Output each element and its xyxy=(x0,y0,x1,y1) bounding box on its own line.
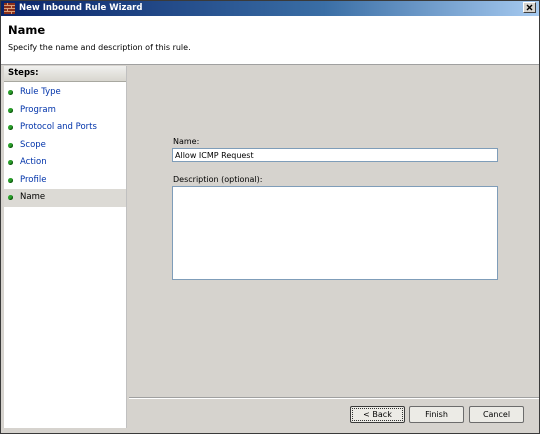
step-label: Rule Type xyxy=(20,87,61,97)
step-complete-icon xyxy=(8,142,13,148)
page-header: Name Specify the name and description of… xyxy=(1,16,539,65)
step-scope[interactable]: Scope xyxy=(4,137,126,155)
step-complete-icon xyxy=(8,90,13,95)
close-icon xyxy=(526,4,533,11)
step-protocol-and-ports[interactable]: Protocol and Ports xyxy=(4,119,126,137)
step-label: Name xyxy=(20,192,46,202)
description-textarea[interactable] xyxy=(172,186,498,280)
steps-heading: Steps: xyxy=(4,66,126,82)
step-label: Profile xyxy=(20,174,47,185)
cancel-button[interactable]: Cancel xyxy=(469,406,524,423)
step-action[interactable]: Action xyxy=(4,154,126,172)
step-complete-icon xyxy=(8,160,13,165)
step-label: Action xyxy=(20,157,47,167)
page-description: Specify the name and description of this… xyxy=(8,43,191,52)
title-bar[interactable]: New Inbound Rule Wizard xyxy=(1,1,539,16)
step-complete-icon xyxy=(8,125,13,130)
name-label: Name: xyxy=(173,137,200,146)
close-button[interactable] xyxy=(523,2,536,13)
step-profile[interactable]: Profile xyxy=(4,172,126,190)
footer-separator xyxy=(129,397,539,399)
step-complete-icon xyxy=(8,177,13,183)
step-label: Program xyxy=(20,104,56,115)
steps-panel: Steps: Rule Type Program Protocol and Po… xyxy=(4,66,127,428)
firewall-icon xyxy=(4,3,15,14)
step-label: Scope xyxy=(20,139,46,150)
step-current-icon xyxy=(8,195,13,200)
description-label: Description (optional): xyxy=(173,175,263,184)
step-complete-icon xyxy=(8,107,13,113)
page-title: Name xyxy=(8,23,46,37)
finish-button[interactable]: Finish xyxy=(409,406,464,423)
step-rule-type[interactable]: Rule Type xyxy=(4,84,126,102)
step-label: Protocol and Ports xyxy=(20,122,97,132)
step-name[interactable]: Name xyxy=(4,189,126,207)
steps-list: Rule Type Program Protocol and Ports Sco… xyxy=(4,82,126,207)
back-button[interactable]: < Back xyxy=(350,406,405,423)
name-input[interactable] xyxy=(172,148,498,162)
step-program[interactable]: Program xyxy=(4,102,126,120)
content-area: Name: Description (optional): xyxy=(129,66,539,396)
window-title: New Inbound Rule Wizard xyxy=(19,3,143,13)
wizard-window: New Inbound Rule Wizard Name Specify the… xyxy=(0,0,540,434)
